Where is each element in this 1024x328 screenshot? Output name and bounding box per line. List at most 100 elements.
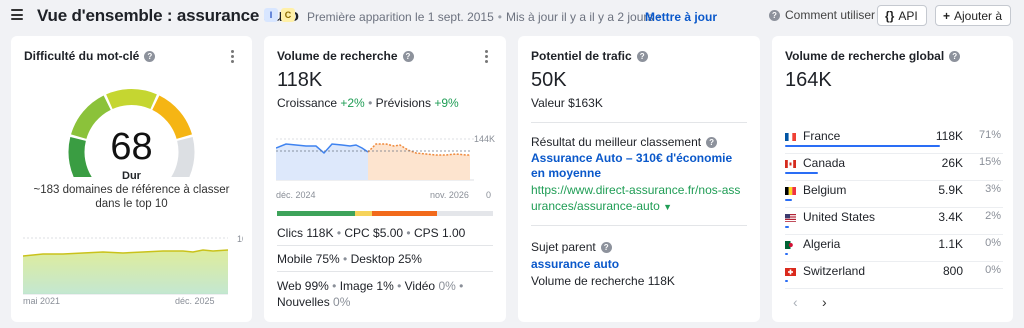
add-to-label: Ajouter à bbox=[954, 8, 1003, 23]
growth-label: Croissance bbox=[277, 96, 338, 110]
ca-flag-icon bbox=[785, 160, 796, 168]
country-share-bar bbox=[785, 253, 788, 255]
caret-down-icon[interactable]: ▼ bbox=[663, 202, 672, 212]
best-result-title-link[interactable]: Assurance Auto – 310€ d'économie en moye… bbox=[531, 151, 746, 181]
country-volume: 5.9K bbox=[938, 183, 963, 197]
add-to-button[interactable]: + Ajouter à bbox=[935, 5, 1011, 26]
country-name: Canada bbox=[803, 156, 846, 170]
divider bbox=[277, 271, 493, 272]
country-name: France bbox=[803, 129, 841, 143]
separator-dot: • bbox=[336, 226, 342, 240]
forecast-value: +9% bbox=[434, 96, 459, 110]
prev-page-button[interactable]: ‹ bbox=[793, 294, 798, 310]
country-row-us[interactable]: United States 3.4K 2% bbox=[785, 208, 1003, 235]
cpc-text: CPC $5.00 bbox=[344, 226, 404, 240]
mobile-text: Mobile 75% bbox=[277, 252, 340, 266]
divider bbox=[785, 288, 1003, 289]
kd-level: Dur bbox=[122, 170, 141, 182]
help-icon[interactable]: ? bbox=[402, 50, 414, 62]
traffic-value-sub: Valeur $163K bbox=[531, 96, 603, 110]
traffic-value: 50K bbox=[531, 69, 567, 91]
news-line: Nouvelles 0% bbox=[277, 295, 350, 309]
best-result-url[interactable]: https://www.direct-assurance.fr/nos-assu… bbox=[531, 182, 746, 215]
parent-topic-label: Sujet parent bbox=[531, 240, 596, 254]
best-result-label-row: Résultat du meilleur classement ? bbox=[531, 135, 718, 149]
kd-chart-max: 100 bbox=[237, 234, 243, 244]
parent-topic-volume: Volume de recherche 118K bbox=[531, 274, 675, 288]
search-volume-card: Volume de recherche ? 118K Croissance +2… bbox=[264, 36, 506, 322]
country-row-fr[interactable]: France 118K 71% bbox=[785, 127, 1003, 154]
country-share: 0% bbox=[985, 264, 1001, 276]
country-name: Algeria bbox=[803, 237, 841, 251]
kd-description: ~183 domaines de référence à classer dan… bbox=[33, 184, 230, 210]
kd-score: 68 bbox=[110, 126, 153, 168]
video-value: 0% bbox=[438, 279, 456, 293]
country-row-ch[interactable]: Switzerland 800 0% bbox=[785, 262, 1003, 289]
first-seen-text: Première apparition le 1 sept. 2015 bbox=[307, 10, 494, 24]
country-share: 71% bbox=[978, 129, 1001, 141]
volume-title-label: Volume de recherche bbox=[277, 49, 398, 63]
page-meta: Première apparition le 1 sept. 2015 • Mis … bbox=[307, 10, 666, 24]
code-braces-icon: {} bbox=[885, 8, 895, 23]
news-value: 0% bbox=[333, 295, 351, 309]
growth-value: +2% bbox=[340, 96, 365, 110]
country-share-bar bbox=[785, 226, 789, 228]
video-label: Vidéo bbox=[404, 279, 436, 293]
kd-card-title: Difficulté du mot-clé ? bbox=[24, 49, 156, 63]
next-page-button[interactable]: › bbox=[822, 294, 827, 310]
help-link[interactable]: ? Comment utiliser bbox=[769, 8, 875, 22]
image-text: Image 1% bbox=[339, 279, 394, 293]
more-options-icon[interactable] bbox=[485, 50, 489, 63]
traffic-potential-card: Potentiel de trafic ? 50K Valeur $163K R… bbox=[518, 36, 760, 322]
separator-dot: • bbox=[397, 279, 402, 293]
country-volume: 26K bbox=[941, 156, 963, 170]
separator-dot: • bbox=[343, 252, 348, 266]
volume-card-title: Volume de recherche ? bbox=[277, 49, 414, 63]
us-flag-icon bbox=[785, 214, 796, 222]
api-button[interactable]: {} API bbox=[877, 5, 927, 26]
split-segment bbox=[372, 211, 437, 216]
country-volume: 3.4K bbox=[938, 210, 963, 224]
volume-value: 118K bbox=[277, 69, 323, 91]
more-options-icon[interactable] bbox=[231, 50, 235, 63]
global-title-label: Volume de recherche global bbox=[785, 49, 945, 63]
help-icon[interactable]: ? bbox=[636, 50, 648, 62]
volume-history-chart: 144K 0 déc. 2024 nov. 2026 bbox=[276, 134, 495, 200]
serp-features-bar bbox=[277, 211, 493, 216]
country-share: 2% bbox=[985, 210, 1001, 222]
api-label: API bbox=[898, 8, 918, 23]
traffic-card-title: Potentiel de trafic ? bbox=[531, 49, 648, 63]
keyword-difficulty-card: Difficulté du mot-clé ? 68 Dur ~183 doma… bbox=[11, 36, 252, 322]
intent-informational-badge: I bbox=[264, 8, 278, 22]
country-volume: 118K bbox=[935, 129, 963, 143]
global-volume-card: Volume de recherche global ? 164K France… bbox=[772, 36, 1013, 322]
country-row-be[interactable]: Belgium 5.9K 3% bbox=[785, 181, 1003, 208]
country-name: Switzerland bbox=[803, 264, 866, 278]
help-icon[interactable]: ? bbox=[600, 241, 612, 253]
help-icon[interactable]: ? bbox=[706, 136, 718, 148]
menu-icon[interactable] bbox=[11, 9, 23, 20]
divider bbox=[531, 225, 747, 226]
clicks-line: Clics 118K • CPC $5.00 • CPS 1.00 bbox=[277, 226, 465, 240]
parent-topic-label-row: Sujet parent ? bbox=[531, 240, 612, 254]
news-label: Nouvelles bbox=[277, 295, 330, 309]
separator-dot: • bbox=[406, 226, 411, 240]
country-share: 15% bbox=[978, 156, 1001, 168]
fr-flag-icon bbox=[785, 133, 796, 141]
updated-text: Mis à jour il y a il y a 2 jours bbox=[505, 10, 654, 24]
volume-trends: Croissance +2% • Prévisions +9% bbox=[277, 96, 459, 110]
separator-dot: • bbox=[497, 10, 502, 24]
country-name: United States bbox=[803, 210, 876, 224]
country-row-dz[interactable]: Algeria 1.1K 0% bbox=[785, 235, 1003, 262]
help-icon[interactable]: ? bbox=[144, 50, 156, 62]
volume-chart-x-end: nov. 2026 bbox=[430, 190, 469, 200]
separator-dot: • bbox=[368, 96, 373, 110]
country-share-bar bbox=[785, 199, 792, 201]
country-share: 0% bbox=[985, 237, 1001, 249]
update-link[interactable]: Mettre à jour bbox=[645, 10, 717, 24]
parent-topic-link[interactable]: assurance auto bbox=[531, 257, 619, 272]
help-label: Comment utiliser bbox=[785, 8, 876, 22]
country-row-ca[interactable]: Canada 26K 15% bbox=[785, 154, 1003, 181]
page-title: Vue d'ensemble : assurance auto bbox=[37, 6, 299, 25]
help-icon[interactable]: ? bbox=[949, 50, 961, 62]
